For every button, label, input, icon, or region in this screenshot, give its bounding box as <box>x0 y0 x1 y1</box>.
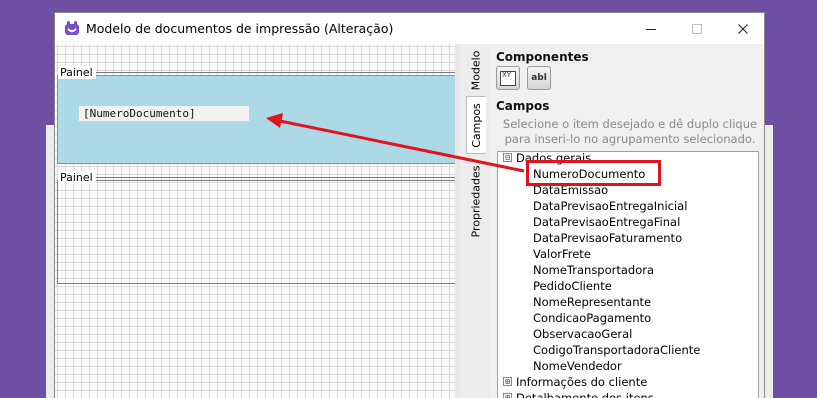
design-canvas[interactable]: Painel [NumeroDocumento] Painel <box>55 44 458 398</box>
tree-item[interactable]: CondicaoPagamento <box>533 310 651 326</box>
tree-item[interactable]: DataPrevisaoEntregaFinal <box>533 214 680 230</box>
background-panel-right <box>764 125 773 398</box>
tab-propriedades[interactable]: Propriedades <box>466 156 486 246</box>
expand-icon[interactable]: ⊞ <box>503 393 512 398</box>
window-title: Modelo de documentos de impressão (Alter… <box>86 21 394 36</box>
tree-item[interactable]: DataPrevisaoEntregaInicial <box>533 198 687 214</box>
panel-label: Painel <box>58 66 96 79</box>
close-button[interactable] <box>720 13 764 44</box>
tree-item[interactable]: NomeVendedor <box>533 358 622 374</box>
title-bar: Modelo de documentos de impressão (Alter… <box>55 13 764 44</box>
text-component-icon: abl <box>531 73 547 83</box>
app-logo-icon <box>65 21 79 35</box>
panel-label: Painel <box>58 171 96 184</box>
tab-label: Propriedades <box>469 165 483 237</box>
image-component-icon: XY <box>500 70 516 86</box>
campos-heading: Campos <box>496 99 550 113</box>
tree-item[interactable]: CodigoTransportadoraCliente <box>533 342 700 358</box>
tree-group-label: Informações do cliente <box>516 375 648 389</box>
componentes-heading: Componentes <box>496 50 589 64</box>
close-icon <box>738 23 748 34</box>
tree-item[interactable]: ValorFrete <box>533 246 591 262</box>
tab-label: Campos <box>470 102 483 148</box>
tree-group-informacoes-cliente[interactable]: ⊞ Informações do cliente <box>498 374 758 390</box>
tree-group-detalhamento-itens[interactable]: ⊞ Detalhamento dos itens <box>498 390 758 398</box>
vertical-tab-bar: Modelo Campos Propriedades <box>460 44 490 398</box>
text-component-button[interactable]: abl <box>527 66 551 90</box>
tree-item[interactable]: PedidoCliente <box>533 278 612 294</box>
field-numero-documento[interactable]: [NumeroDocumento] <box>79 106 249 121</box>
maximize-button[interactable] <box>674 13 720 44</box>
tree-item[interactable]: NomeTransportadora <box>533 262 654 278</box>
tree-group-label: Detalhamento dos itens <box>516 391 654 398</box>
tree-item[interactable]: ObservacaoGeral <box>533 326 632 342</box>
tab-label: Modelo <box>469 50 483 90</box>
fields-tree[interactable]: ⊟ Dados gerais NumeroDocumento DataEmiss… <box>497 151 759 398</box>
minimize-button[interactable] <box>628 13 674 44</box>
tab-modelo[interactable]: Modelo <box>466 48 486 92</box>
image-component-button[interactable]: XY <box>496 66 520 90</box>
expand-icon[interactable]: ⊞ <box>503 377 512 386</box>
collapse-icon[interactable]: ⊟ <box>503 153 512 162</box>
panel-body[interactable]: Painel <box>57 171 458 284</box>
campos-hint: Selecione o item desejado e dê duplo cli… <box>502 117 758 146</box>
tree-item[interactable]: NomeRepresentante <box>533 294 651 310</box>
tab-campos[interactable]: Campos <box>466 96 486 154</box>
panel-border-line <box>96 72 458 73</box>
panel-header[interactable]: Painel [NumeroDocumento] <box>57 66 458 164</box>
background-panel-left <box>46 125 54 398</box>
minimize-icon <box>646 28 656 30</box>
annotation-highlight-box <box>526 160 661 186</box>
side-panel: Componentes XY abl Campos Selecione o it… <box>490 44 764 398</box>
dialog-window: Modelo de documentos de impressão (Alter… <box>54 12 765 398</box>
maximize-icon <box>692 23 702 34</box>
panel-border-line <box>96 177 458 178</box>
tree-item[interactable]: DataPrevisaoFaturamento <box>533 230 682 246</box>
